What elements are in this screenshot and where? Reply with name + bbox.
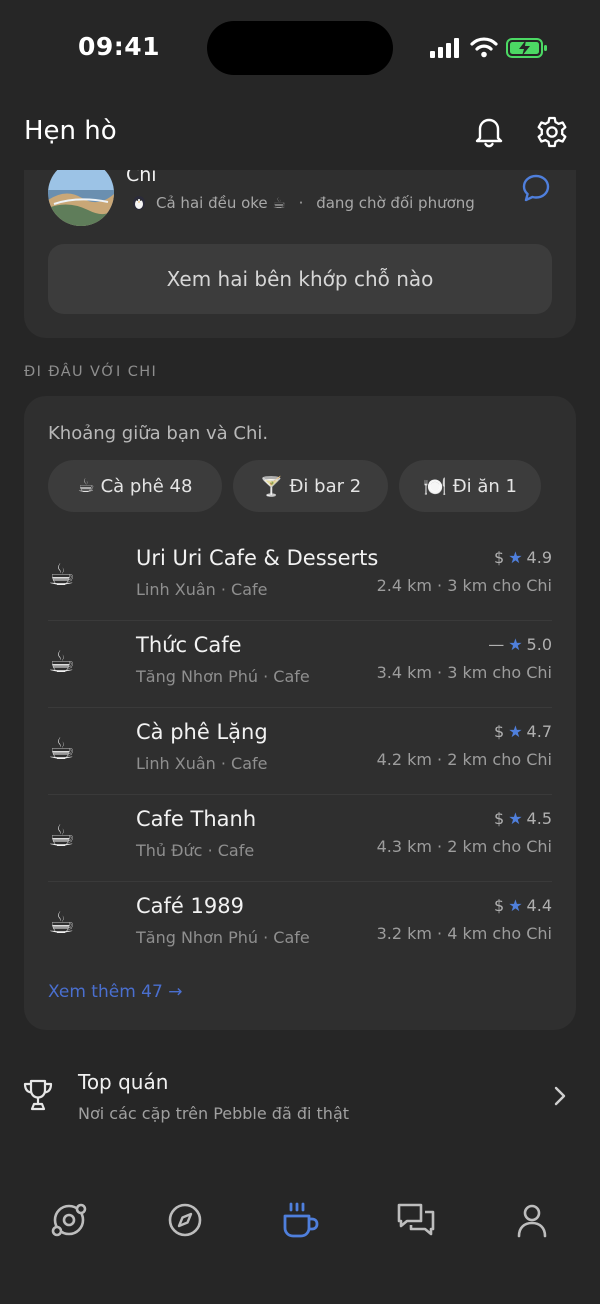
penguin-icon	[133, 196, 145, 210]
place-rating: — ★ 5.0	[488, 635, 552, 654]
places-intro: Khoảng giữa bạn và Chi.	[48, 423, 269, 444]
see-more-link[interactable]: Xem thêm 47 →	[48, 982, 182, 1002]
list-item[interactable]: ☕ Cafe Thanh Thủ Đức · Cafe $ ★ 4.5 4.3 km…	[48, 795, 552, 882]
dynamic-island	[207, 21, 393, 75]
status-separator: ·	[298, 194, 304, 212]
place-distance: 3.2 km · 4 km cho Chi	[376, 924, 552, 943]
coffee-icon: ☕	[48, 558, 75, 593]
place-name: Cà phê Lặng	[136, 720, 268, 744]
price-level: $	[494, 809, 505, 828]
coffee-icon: ☕	[48, 645, 75, 680]
chat-icon[interactable]	[520, 172, 552, 204]
place-location: Tăng Nhơn Phú · Cafe	[136, 928, 310, 947]
match-status: Cả hai đều oke ☕ · đang chờ đối phương	[130, 193, 475, 212]
star-icon: ★	[508, 809, 523, 828]
coffee-icon: ☕	[48, 819, 75, 854]
coffee-cup-icon[interactable]	[278, 1198, 322, 1242]
top-places-title: Top quán	[78, 1070, 169, 1094]
chip-label: Cà phê 48	[100, 475, 193, 497]
star-icon: ★	[508, 635, 523, 654]
filter-chip-coffee[interactable]: ☕ Cà phê 48	[48, 460, 222, 512]
compare-match-button[interactable]: Xem hai bên khớp chỗ nào	[48, 244, 552, 314]
list-item[interactable]: ☕ Thức Cafe Tăng Nhơn Phú · Cafe — ★ 5.0 3…	[48, 621, 552, 708]
place-location: Thủ Đức · Cafe	[136, 841, 255, 860]
place-rating: $ ★ 4.4	[494, 896, 552, 915]
app-header: Hẹn hò	[0, 96, 600, 170]
coffee-icon: ☕	[48, 906, 75, 941]
page-title: Hẹn hò	[24, 116, 117, 146]
filter-chip-bar[interactable]: 🍸 Đi bar 2	[233, 460, 388, 512]
place-distance: 4.2 km · 2 km cho Chi	[376, 750, 552, 769]
place-distance: 4.3 km · 2 km cho Chi	[376, 837, 552, 856]
top-places-row[interactable]: Top quán Nơi các cặp trên Pebble đã đi t…	[0, 1064, 600, 1130]
bell-icon[interactable]	[472, 114, 506, 148]
chat-bubbles-icon[interactable]	[394, 1198, 438, 1242]
filter-chip-food[interactable]: 🍽️ Đi ăn 1	[399, 460, 541, 512]
place-rating: $ ★ 4.9	[494, 548, 552, 567]
price-level: $	[494, 896, 505, 915]
place-distance: 2.4 km · 3 km cho Chi	[376, 576, 552, 595]
place-name: Uri Uri Cafe & Desserts	[136, 546, 379, 570]
place-rating: $ ★ 4.5	[494, 809, 552, 828]
star-icon: ★	[508, 722, 523, 741]
rating-value: 4.7	[526, 722, 552, 741]
place-name: Thức Cafe	[136, 633, 242, 657]
orbit-icon[interactable]	[47, 1198, 91, 1242]
tab-bar	[0, 1184, 600, 1304]
star-icon: ★	[508, 896, 523, 915]
chevron-right-icon	[554, 1086, 566, 1106]
wifi-icon	[470, 37, 498, 58]
match-status-text: Cả hai đều oke ☕	[156, 194, 286, 212]
place-location: Tăng Nhơn Phú · Cafe	[136, 667, 310, 686]
status-bar: 09:41	[0, 0, 600, 96]
chip-label: Đi bar 2	[289, 475, 362, 497]
price-level: $	[494, 548, 505, 567]
coffee-icon: ☕	[77, 475, 95, 497]
section-label: ĐI ĐÂU VỚI CHI	[24, 364, 158, 380]
places-card: Khoảng giữa bạn và Chi. ☕ Cà phê 48 🍸 Đi…	[24, 396, 576, 1030]
compass-icon[interactable]	[163, 1198, 207, 1242]
coffee-icon: ☕	[48, 732, 75, 767]
price-level: $	[494, 722, 505, 741]
list-item[interactable]: ☕ Café 1989 Tăng Nhơn Phú · Cafe $ ★ 4.4 3…	[48, 882, 552, 969]
place-name: Café 1989	[136, 894, 244, 918]
place-name: Cafe Thanh	[136, 807, 257, 831]
place-location: Linh Xuân · Cafe	[136, 754, 268, 773]
star-icon: ★	[508, 548, 523, 567]
profile-icon[interactable]	[510, 1198, 554, 1242]
cocktail-icon: 🍸	[259, 475, 284, 498]
battery-charging-icon	[506, 38, 547, 58]
plate-icon: 🍽️	[423, 475, 447, 498]
gear-icon[interactable]	[534, 114, 570, 150]
rating-value: 4.5	[526, 809, 552, 828]
chip-label: Đi ăn 1	[452, 475, 517, 497]
place-location: Linh Xuân · Cafe	[136, 580, 268, 599]
list-item[interactable]: ☕ Cà phê Lặng Linh Xuân · Cafe $ ★ 4.7 4.2…	[48, 708, 552, 795]
rating-value: 5.0	[526, 635, 552, 654]
list-item[interactable]: ☕ Uri Uri Cafe & Desserts Linh Xuân · Ca…	[48, 534, 552, 621]
rating-value: 4.4	[526, 896, 552, 915]
place-distance: 3.4 km · 3 km cho Chi	[376, 663, 552, 682]
waiting-text: đang chờ đối phương	[316, 194, 475, 212]
status-time: 09:41	[78, 32, 161, 61]
price-level: —	[488, 635, 505, 654]
trophy-icon	[23, 1079, 53, 1111]
signal-icon	[430, 38, 459, 58]
rating-value: 4.9	[526, 548, 552, 567]
place-rating: $ ★ 4.7	[494, 722, 552, 741]
top-places-subtitle: Nơi các cặp trên Pebble đã đi thật	[78, 1104, 350, 1123]
